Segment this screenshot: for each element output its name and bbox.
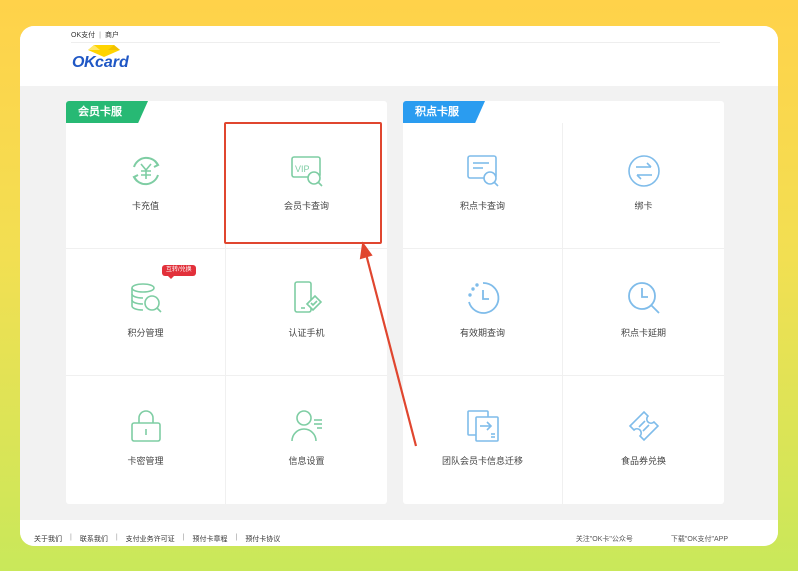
yuan-cycle-icon	[131, 156, 160, 186]
member-card-tab: 会员卡服务	[66, 101, 148, 123]
footer-link-contact[interactable]: 联系我们	[80, 534, 108, 544]
user-settings-icon	[290, 409, 322, 441]
service-bind-card[interactable]: 绑卡	[563, 123, 724, 249]
footer-link-about[interactable]: 关于我们	[34, 534, 62, 544]
service-label: 食品券兑换	[620, 455, 666, 466]
service-points-card-extend[interactable]: 积点卡延期	[563, 249, 724, 376]
footer: 关于我们 | 联系我们 | 支付业务许可证 | 预付卡章程 | 预付卡协议 关注…	[20, 520, 778, 546]
app-frame: OK支付 | 商户 OK card 会员卡服务 卡充值 VIP 会员卡查询 互转…	[20, 26, 778, 546]
lock-icon	[130, 409, 161, 442]
points-card-tab: 积点卡服务	[403, 101, 485, 123]
header-divider	[71, 42, 720, 43]
points-card-panel: 积点卡服务 积点卡查询 绑卡 有效期查询 积点卡延期 团队会员卡信息迁移 食品券…	[403, 101, 724, 504]
footer-links: 关于我们 | 联系我们 | 支付业务许可证 | 预付卡章程 | 预付卡协议	[34, 534, 280, 544]
service-label: 积点卡延期	[620, 327, 666, 338]
transfer-icon	[466, 409, 499, 442]
top-link-separator: |	[99, 31, 101, 39]
okcard-logo[interactable]: OK card	[72, 45, 129, 74]
footer-separator: |	[70, 534, 72, 541]
service-verify-phone[interactable]: 认证手机	[226, 249, 387, 376]
card-search-icon	[466, 155, 499, 187]
coins-search-icon	[130, 282, 162, 313]
highlight-box	[224, 122, 382, 244]
clock-dashed-icon	[467, 281, 499, 314]
service-label: 有效期查询	[459, 327, 505, 338]
service-validity-query[interactable]: 有效期查询	[403, 249, 563, 376]
footer-link-app-download[interactable]: 下载"OK支付"APP	[671, 534, 728, 544]
footer-separator: |	[182, 534, 185, 541]
footer-link-charter[interactable]: 预付卡章程	[192, 534, 227, 544]
points-card-grid: 积点卡查询 绑卡 有效期查询 积点卡延期 团队会员卡信息迁移 食品券兑换	[403, 123, 724, 504]
clock-search-icon	[627, 281, 660, 314]
service-food-coupon-exchange[interactable]: 食品券兑换	[563, 376, 724, 504]
swap-arrows-icon	[627, 155, 660, 187]
top-header: OK支付 | 商户 OK card	[20, 26, 778, 86]
service-label: 信息设置	[288, 455, 325, 466]
service-card-password[interactable]: 卡密管理	[66, 376, 226, 504]
diamond-icon	[88, 45, 120, 57]
service-label: 团队会员卡信息迁移	[441, 455, 523, 466]
service-points-card-query[interactable]: 积点卡查询	[403, 123, 563, 249]
service-info-settings[interactable]: 信息设置	[226, 376, 387, 504]
service-team-card-migration[interactable]: 团队会员卡信息迁移	[403, 376, 563, 504]
service-label: 认证手机	[288, 327, 325, 338]
exchange-badge: 互转/兑换	[162, 265, 196, 279]
top-link-merchant[interactable]: 商户	[105, 30, 119, 40]
top-links: OK支付 | 商户	[71, 30, 119, 40]
coupon-icon	[628, 410, 659, 441]
footer-link-wechat[interactable]: 关注"OK卡"公众号	[576, 534, 633, 544]
service-points-management[interactable]: 互转/兑换 积分管理	[66, 249, 226, 376]
service-label: 积分管理	[127, 327, 164, 338]
service-label: 积点卡查询	[459, 201, 505, 211]
service-label: 卡充值	[131, 201, 159, 211]
footer-link-agreement[interactable]: 预付卡协议	[245, 534, 280, 544]
service-label: 卡密管理	[127, 455, 164, 466]
footer-separator: |	[235, 534, 238, 541]
phone-verify-icon	[293, 280, 322, 313]
service-label: 绑卡	[634, 201, 653, 211]
service-card-recharge[interactable]: 卡充值	[66, 123, 226, 249]
footer-separator: |	[115, 534, 118, 541]
footer-right: 关注"OK卡"公众号 下载"OK支付"APP	[576, 534, 728, 544]
footer-link-license[interactable]: 支付业务许可证	[126, 534, 175, 544]
top-link-okpay[interactable]: OK支付	[71, 30, 95, 40]
